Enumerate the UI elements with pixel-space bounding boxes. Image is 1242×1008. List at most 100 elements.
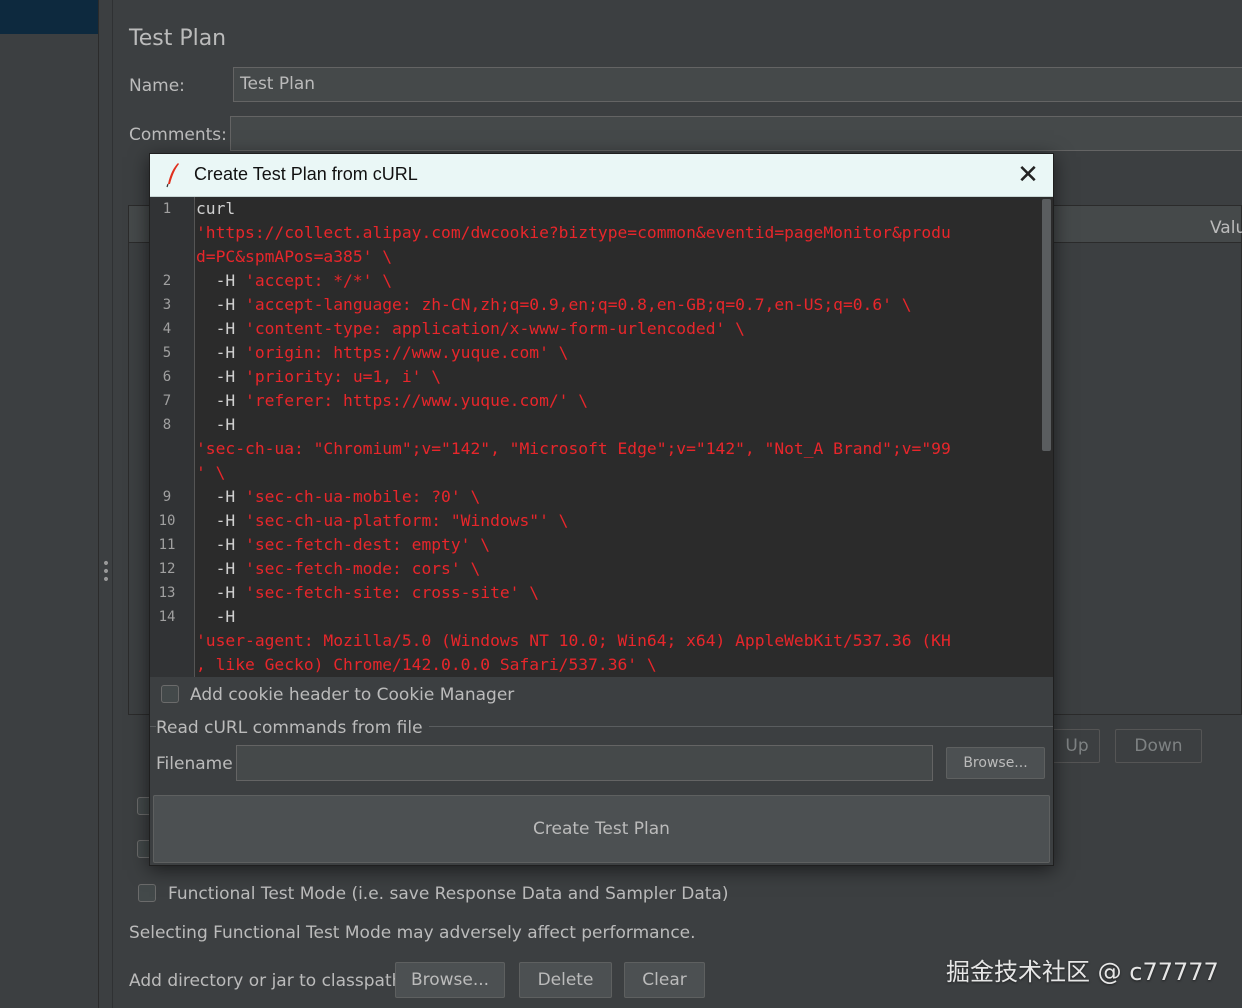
- string-token: 'origin: https://www.yuque.com' \: [245, 343, 569, 362]
- code-token: -H: [196, 511, 246, 530]
- code-line: -H 'priority: u=1, i' \: [196, 365, 441, 389]
- comments-label: Comments:: [129, 125, 227, 145]
- string-token: 'accept-language: zh-CN,zh;q=0.9,en;q=0.…: [245, 295, 912, 314]
- splitter-grip-icon[interactable]: • • •: [101, 557, 111, 590]
- string-token: 'priority: u=1, i' \: [245, 367, 442, 386]
- close-icon[interactable]: ✕: [1012, 160, 1044, 190]
- page-title: Test Plan: [129, 26, 227, 51]
- dialog-browse-button[interactable]: Browse...: [946, 747, 1045, 779]
- code-token: -H: [196, 343, 246, 362]
- scrollbar-thumb[interactable]: [1042, 199, 1051, 451]
- code-token: -H: [196, 607, 236, 626]
- string-token: 'sec-ch-ua-mobile: ?0' \: [245, 487, 481, 506]
- string-token: 'user-agent: Mozilla/5.0 (Windows NT 10.…: [196, 631, 951, 650]
- line-number: 1: [162, 201, 172, 217]
- code-line: -H 'sec-ch-ua-mobile: ?0' \: [196, 485, 481, 509]
- code-line: ' \: [196, 461, 225, 485]
- code-token: -H: [196, 583, 246, 602]
- line-number: 14: [158, 609, 176, 625]
- string-token: 'sec-fetch-dest: empty' \: [245, 535, 491, 554]
- line-number: 11: [158, 537, 176, 553]
- tree-selected-item[interactable]: [0, 0, 98, 34]
- filename-field[interactable]: [236, 745, 933, 781]
- watermark: 掘金技术社区 @ c77777: [946, 958, 1219, 986]
- string-token: 'content-type: application/x-www-form-ur…: [245, 319, 745, 338]
- functional-mode-label: Functional Test Mode (i.e. save Response…: [168, 884, 729, 904]
- splitter[interactable]: [100, 0, 112, 1008]
- code-line: , like Gecko) Chrome/142.0.0.0 Safari/53…: [196, 653, 657, 677]
- line-number: 8: [162, 417, 172, 433]
- line-number: 13: [158, 585, 176, 601]
- column-header-value[interactable]: Valu: [1210, 218, 1242, 238]
- line-number: 9: [162, 489, 172, 505]
- down-button[interactable]: Down: [1115, 729, 1202, 763]
- curl-editor[interactable]: 1 2 3 4 5 6 7 8 9 10 11 12 13 14 curl'https://collect…: [150, 197, 1053, 677]
- code-area[interactable]: curl 'https://collect.alipay.com/dwcookie…: [196, 197, 1040, 677]
- tree-panel[interactable]: [0, 0, 99, 1008]
- functional-mode-checkbox[interactable]: [138, 884, 156, 902]
- dialog-title: Create Test Plan from cURL: [194, 164, 418, 184]
- code-line: -H 'referer: https://www.yuque.com/' \: [196, 389, 589, 413]
- line-number-gutter: 1 2 3 4 5 6 7 8 9 10 11 12 13 14: [150, 197, 195, 677]
- functional-mode-note: Selecting Functional Test Mode may adver…: [129, 923, 696, 943]
- classpath-browse-button[interactable]: Browse...: [395, 962, 505, 998]
- name-field[interactable]: Test Plan: [233, 67, 1242, 102]
- string-token: d=PC&spmAPos=a385' \: [196, 247, 393, 266]
- code-token: -H: [196, 295, 246, 314]
- code-line: d=PC&spmAPos=a385' \: [196, 245, 392, 269]
- clear-button[interactable]: Clear: [624, 962, 705, 998]
- filename-label: Filename: [156, 754, 233, 774]
- line-number: 7: [162, 393, 172, 409]
- code-line: -H 'origin: https://www.yuque.com' \: [196, 341, 569, 365]
- code-token: -H: [196, 535, 246, 554]
- code-token: curl: [196, 199, 236, 218]
- string-token: 'sec-ch-ua-platform: "Windows"' \: [245, 511, 569, 530]
- name-label: Name:: [129, 76, 185, 96]
- string-token: , like Gecko) Chrome/142.0.0.0 Safari/53…: [196, 655, 657, 674]
- line-number: 5: [162, 345, 172, 361]
- line-number: 3: [162, 297, 172, 313]
- code-line: 'sec-ch-ua: "Chromium";v="142", "Microso…: [196, 437, 951, 461]
- code-line: -H: [196, 605, 236, 629]
- code-token: -H: [196, 415, 236, 434]
- line-number: 10: [158, 513, 176, 529]
- code-token: -H: [196, 319, 246, 338]
- line-number: 2: [162, 273, 172, 289]
- code-token: -H: [196, 391, 246, 410]
- code-token: -H: [196, 487, 246, 506]
- code-line: -H 'sec-ch-ua-platform: "Windows"' \: [196, 509, 569, 533]
- code-line: -H 'sec-fetch-mode: cors' \: [196, 557, 481, 581]
- string-token: 'accept: */*' \: [245, 271, 393, 290]
- code-line: -H 'content-type: application/x-www-form…: [196, 317, 745, 341]
- code-token: -H: [196, 559, 246, 578]
- code-token: -H: [196, 367, 246, 386]
- code-line: -H 'sec-fetch-site: cross-site' \: [196, 581, 540, 605]
- code-line: 'user-agent: Mozilla/5.0 (Windows NT 10.…: [196, 629, 951, 653]
- string-token: 'https://collect.alipay.com/dwcookie?biz…: [196, 223, 951, 242]
- classpath-label: Add directory or jar to classpath: [129, 971, 403, 991]
- string-token: 'sec-fetch-site: cross-site' \: [245, 583, 540, 602]
- jmeter-feather-icon: [166, 163, 179, 188]
- cookie-checkbox[interactable]: [161, 685, 179, 703]
- string-token: ' \: [196, 463, 226, 482]
- code-line: curl: [196, 197, 235, 221]
- code-line: -H 'accept: */*' \: [196, 269, 392, 293]
- string-token: 'referer: https://www.yuque.com/' \: [245, 391, 589, 410]
- line-number: 12: [158, 561, 176, 577]
- comments-field[interactable]: [230, 116, 1242, 151]
- string-token: 'sec-fetch-mode: cors' \: [245, 559, 481, 578]
- divider: [112, 0, 113, 1008]
- curl-dialog: Create Test Plan from cURL ✕ 1 2 3 4 5 6 7 8 9 10…: [149, 153, 1054, 866]
- cookie-checkbox-label: Add cookie header to Cookie Manager: [190, 685, 515, 705]
- code-token: -H: [196, 271, 246, 290]
- create-test-plan-button[interactable]: Create Test Plan: [153, 795, 1050, 863]
- line-number: 4: [162, 321, 172, 337]
- dialog-titlebar[interactable]: Create Test Plan from cURL ✕: [150, 154, 1053, 197]
- delete-button[interactable]: Delete: [519, 962, 612, 998]
- code-line: -H: [196, 413, 236, 437]
- line-number: 6: [162, 369, 172, 385]
- code-line: -H 'accept-language: zh-CN,zh;q=0.9,en;q…: [196, 293, 912, 317]
- code-line: -H 'sec-fetch-dest: empty' \: [196, 533, 490, 557]
- string-token: 'sec-ch-ua: "Chromium";v="142", "Microso…: [196, 439, 951, 458]
- code-line: 'https://collect.alipay.com/dwcookie?biz…: [196, 221, 951, 245]
